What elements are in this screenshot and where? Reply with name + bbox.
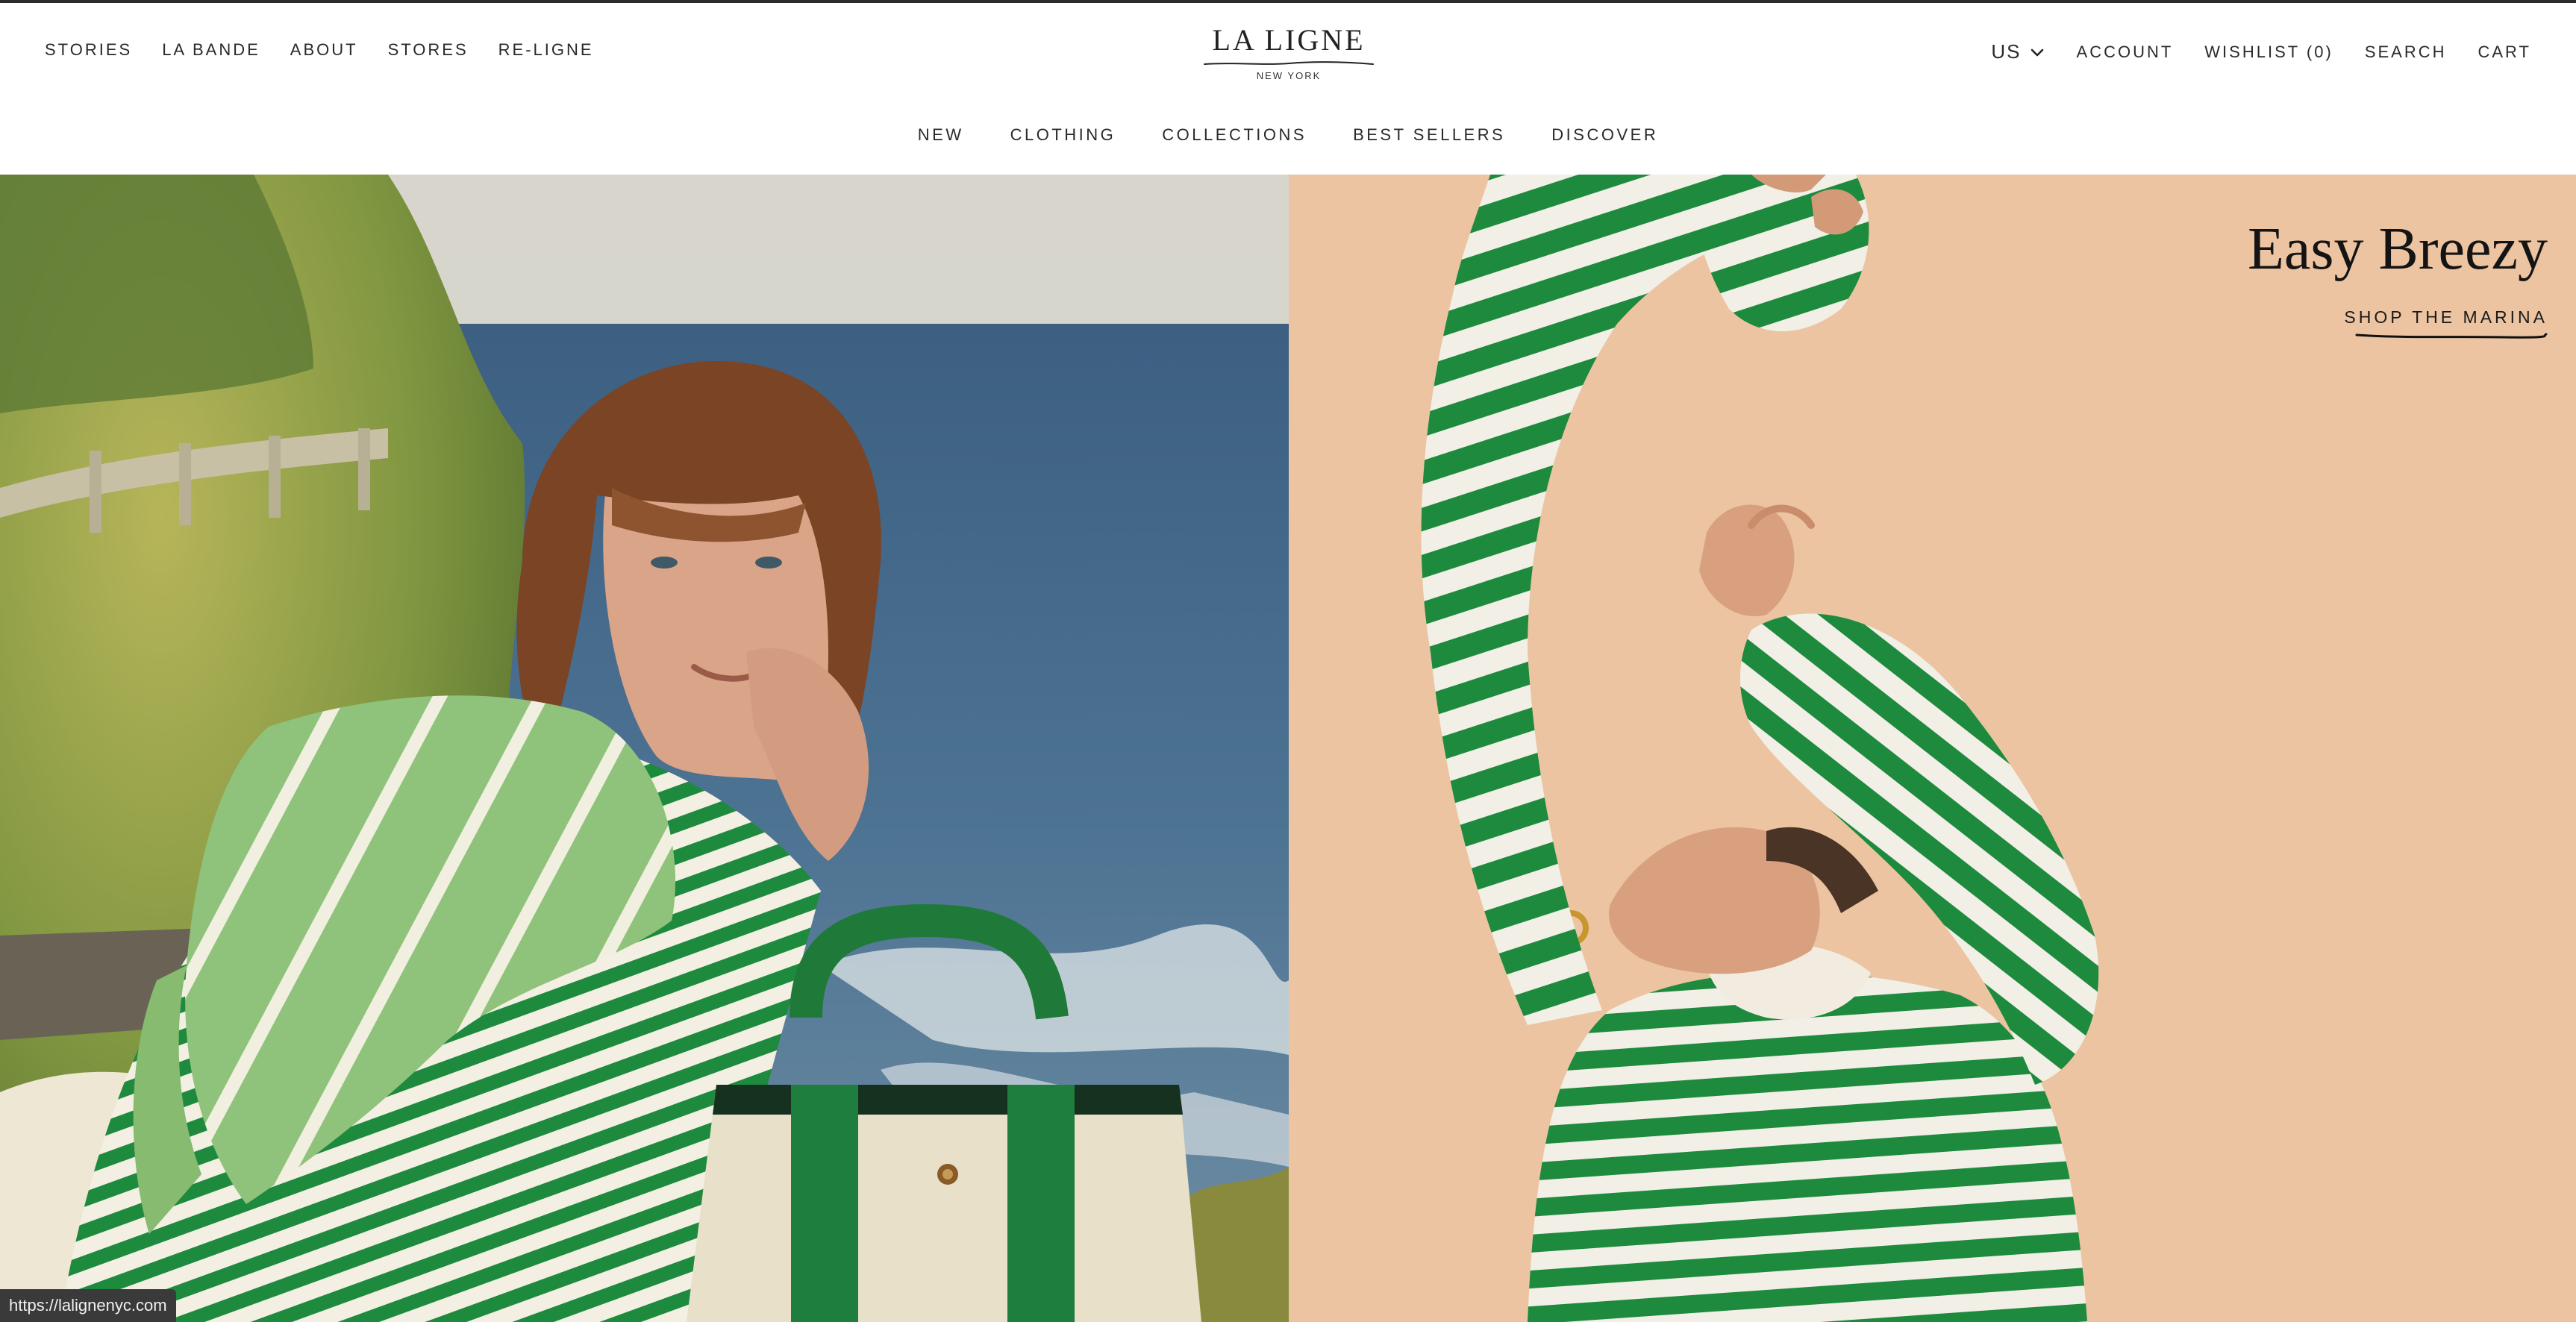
nav-link-about[interactable]: ABOUT [290,40,358,60]
hero-banner: Easy Breezy SHOP THE MARINA [0,175,2576,1322]
main-nav-collections[interactable]: COLLECTIONS [1162,125,1307,145]
striped-sweater-model-image [1289,175,2576,1322]
seaside-model-image [0,175,1289,1322]
main-nav-new[interactable]: NEW [918,125,964,145]
main-nav: NEW CLOTHING COLLECTIONS BEST SELLERS DI… [0,125,2576,145]
hero-left-photo[interactable] [0,175,1289,1322]
chevron-down-icon [2031,48,2043,56]
account-link[interactable]: ACCOUNT [2077,43,2174,62]
utility-nav-right: US ACCOUNT WISHLIST (0) SEARCH CART [1991,40,2531,63]
brand-logo[interactable]: LA LIGNE NEW YORK [1203,22,1375,81]
country-selector[interactable]: US [1991,40,2045,63]
wishlist-link[interactable]: WISHLIST (0) [2204,43,2333,62]
hero-title: Easy Breezy [2247,216,2548,282]
nav-link-re-ligne[interactable]: RE-LIGNE [498,40,594,60]
nav-link-stories[interactable]: STORIES [45,40,132,60]
utility-nav-left: STORIES LA BANDE ABOUT STORES RE-LIGNE [45,40,594,60]
nav-link-la-bande[interactable]: LA BANDE [162,40,260,60]
brand-subtitle: NEW YORK [1256,70,1322,81]
main-nav-best-sellers[interactable]: BEST SELLERS [1353,125,1505,145]
country-code: US [1991,40,2022,63]
brand-name: LA LIGNE [1212,23,1366,57]
status-bar-url: https://lalignenyc.com [0,1289,176,1322]
site-header: STORIES LA BANDE ABOUT STORES RE-LIGNE L… [0,3,2576,175]
main-nav-clothing[interactable]: CLOTHING [1010,125,1116,145]
shop-the-marina-link[interactable]: SHOP THE MARINA [2344,307,2548,328]
nav-link-stores[interactable]: STORES [388,40,469,60]
cta-underline [2355,333,2548,339]
search-link[interactable]: SEARCH [2365,43,2447,62]
main-nav-discover[interactable]: DISCOVER [1551,125,1658,145]
logo-underline [1204,61,1374,65]
cart-link[interactable]: CART [2478,43,2532,62]
hero-promo: Easy Breezy SHOP THE MARINA [2248,213,2548,341]
hero-right-photo[interactable]: Easy Breezy SHOP THE MARINA [1289,175,2576,1322]
